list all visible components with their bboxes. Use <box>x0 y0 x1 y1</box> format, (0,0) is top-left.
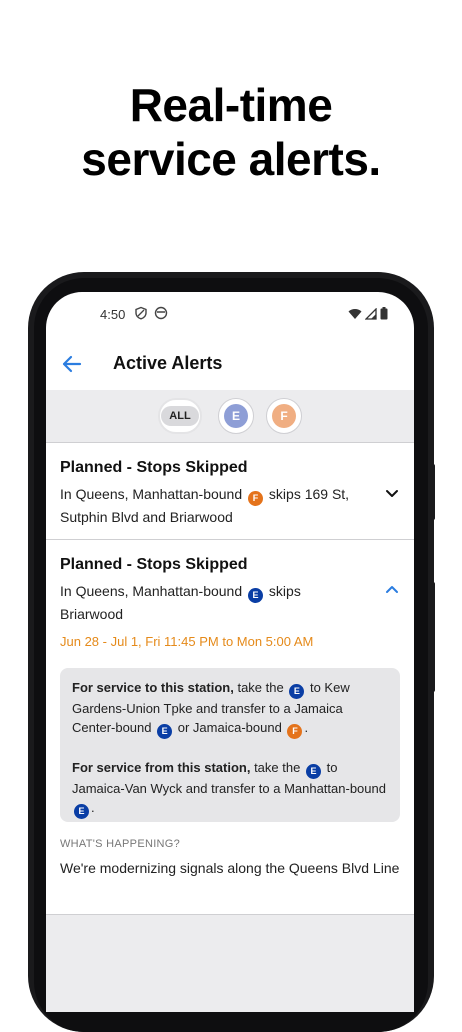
service-to-station: For service to this station, take the E … <box>72 678 388 739</box>
filter-f-line-button[interactable]: F <box>266 398 302 434</box>
headline: Real-time service alerts. <box>0 78 462 186</box>
e-line-bullet-icon: E <box>157 724 173 739</box>
phone-screen: 4:50 Active Alerts ALL E F Planned - Sto… <box>46 292 414 1012</box>
filter-e-line-button[interactable]: E <box>218 398 254 434</box>
alert-summary: In Queens, Manhattan-bound F skips 169 S… <box>60 483 360 528</box>
e-line-bullet-icon: E <box>74 804 89 819</box>
e-line-bullet-icon: E <box>248 587 264 603</box>
status-right-icons <box>348 307 388 320</box>
e-line-bullet-icon: E <box>305 764 321 779</box>
service-text: or Jamaica-bound <box>177 720 282 735</box>
status-bar: 4:50 <box>46 292 414 338</box>
f-line-bullet-icon: F <box>287 724 303 739</box>
vpn-icon <box>154 306 168 320</box>
alert-summary: In Queens, Manhattan-bound E skips Briar… <box>60 580 360 625</box>
service-to-lead: For service to this station, <box>72 680 234 695</box>
alert-summary-text: In Queens, Manhattan-bound <box>60 583 243 599</box>
service-text: take the <box>254 760 301 775</box>
service-from-lead: For service from this station, <box>72 760 251 775</box>
phone-side-button-lower <box>431 582 435 692</box>
wifi-icon <box>348 308 362 319</box>
headline-line-1: Real-time <box>129 79 333 131</box>
app-bar: Active Alerts <box>46 338 414 390</box>
shield-icon <box>135 306 147 320</box>
empty-list-area <box>46 915 414 1012</box>
alert-title: Planned - Stops Skipped <box>60 556 248 573</box>
e-line-bullet-icon: E <box>289 684 305 699</box>
service-from-station: For service from this station, take the … <box>72 758 388 819</box>
service-text: take the <box>237 680 284 695</box>
f-line-bullet-icon: F <box>248 490 264 506</box>
whats-happening-label: WHAT'S HAPPENING? <box>60 838 181 850</box>
back-arrow-icon[interactable] <box>58 350 86 378</box>
alert-summary-text: In Queens, Manhattan-bound <box>60 486 243 502</box>
alternate-service-box: For service to this station, take the E … <box>60 668 400 822</box>
alert-card-expanded[interactable]: Planned - Stops Skipped In Queens, Manha… <box>46 540 414 915</box>
service-text: . <box>304 720 309 735</box>
e-line-bullet-icon: E <box>224 404 248 428</box>
whats-happening-text: We're modernizing signals along the Quee… <box>60 860 400 876</box>
alert-dates: Jun 28 - Jul 1, Fri 11:45 PM to Mon 5:00… <box>60 634 314 649</box>
f-line-bullet-icon: F <box>272 404 296 428</box>
battery-icon <box>380 307 388 320</box>
filter-all-button[interactable]: ALL <box>158 398 202 434</box>
alert-card-collapsed[interactable]: Planned - Stops Skipped In Queens, Manha… <box>46 443 414 540</box>
phone-side-button-upper <box>431 464 435 520</box>
status-time: 4:50 <box>100 307 126 322</box>
line-filter-bar: ALL E F <box>46 390 414 443</box>
chevron-up-icon[interactable] <box>384 582 400 598</box>
headline-line-2: service alerts. <box>81 133 381 185</box>
service-text: . <box>91 800 95 815</box>
alert-title: Planned - Stops Skipped <box>60 459 248 476</box>
filter-all-label: ALL <box>161 406 199 426</box>
cell-signal-icon <box>365 307 377 320</box>
chevron-down-icon[interactable] <box>384 485 400 501</box>
page-title: Active Alerts <box>113 353 223 373</box>
